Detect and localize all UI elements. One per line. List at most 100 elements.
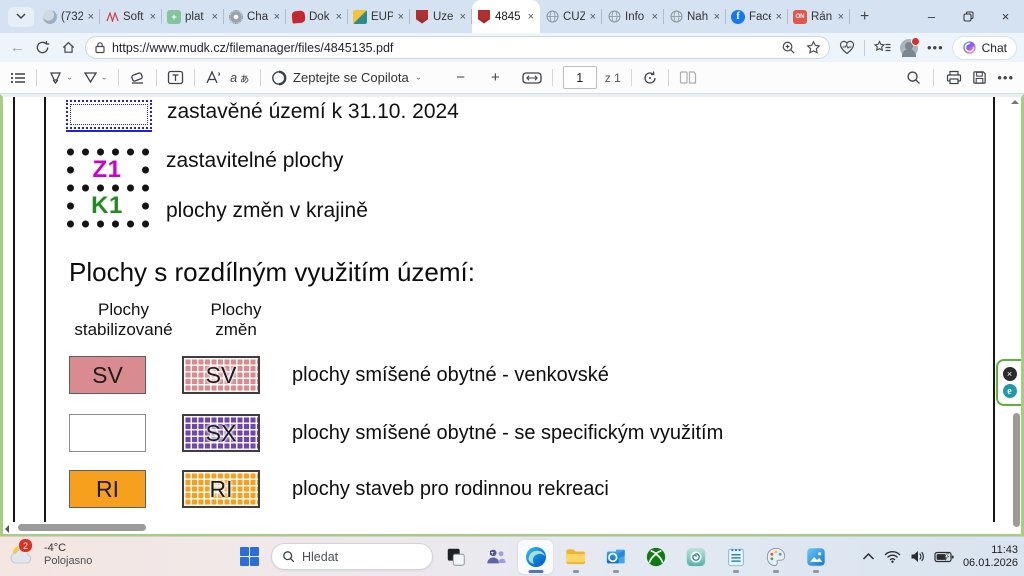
tab-title: ČÚZ xyxy=(563,11,585,23)
scroll-up-arrow-icon[interactable] xyxy=(1011,100,1019,104)
restore-button[interactable] xyxy=(950,0,987,33)
tab-close-icon[interactable]: × xyxy=(87,11,95,23)
paint-icon[interactable] xyxy=(758,540,793,574)
tab-close-icon[interactable]: × xyxy=(335,11,343,23)
edge-icon[interactable] xyxy=(518,540,553,574)
date: 06.01.2026 xyxy=(963,557,1018,570)
tab-close-icon[interactable]: × xyxy=(459,11,467,23)
tab-search-button[interactable] xyxy=(8,7,34,27)
search-document-button[interactable] xyxy=(906,70,921,85)
browser-actions: ••• Chat xyxy=(839,37,1016,59)
wifi-icon[interactable] xyxy=(884,550,901,563)
eraser-button[interactable] xyxy=(129,70,146,85)
tab-close-icon[interactable]: × xyxy=(837,11,845,23)
print-button[interactable] xyxy=(946,70,962,85)
chat-label: Chat xyxy=(982,41,1007,55)
home-button[interactable] xyxy=(59,38,78,58)
outlook-icon[interactable] xyxy=(598,540,633,574)
toc-button[interactable] xyxy=(10,71,26,85)
tab-close-icon[interactable]: × xyxy=(397,11,405,23)
flyout-close-icon[interactable]: × xyxy=(1003,367,1017,381)
tab-facebook[interactable]: f Face × xyxy=(726,0,788,33)
zoom-page-icon[interactable] xyxy=(781,40,796,55)
browser-essentials-icon[interactable] xyxy=(839,40,855,55)
page-frame-line-right xyxy=(993,97,995,522)
tab-close-icon[interactable]: × xyxy=(775,11,783,23)
running-indicator xyxy=(573,570,579,573)
draw-pen-button[interactable]: ⌄ xyxy=(82,70,109,85)
copilot-chat-button[interactable]: Chat xyxy=(953,37,1016,59)
zoom-in-button[interactable]: + xyxy=(491,69,500,86)
translate-button[interactable]: aぁ xyxy=(230,70,250,86)
add-text-button[interactable] xyxy=(167,70,184,85)
tab-uze[interactable]: Úze × xyxy=(410,0,472,33)
fit-width-button[interactable] xyxy=(522,71,542,85)
weather-alert-badge: 2 xyxy=(18,538,33,553)
tab-cuz[interactable]: ČÚZ × xyxy=(540,0,602,33)
refresh-button[interactable] xyxy=(34,38,53,58)
clock[interactable]: 11:43 06.01.2026 xyxy=(963,544,1018,570)
tab-close-icon[interactable]: × xyxy=(651,11,659,23)
new-tab-button[interactable]: + xyxy=(850,8,879,26)
volume-icon[interactable] xyxy=(910,550,925,563)
tray-expand-icon[interactable] xyxy=(862,552,875,561)
tab-dok[interactable]: Dok × xyxy=(286,0,348,33)
flyout-e-icon[interactable]: e xyxy=(1003,384,1017,398)
read-aloud-button[interactable] xyxy=(205,70,222,85)
horizontal-scrollbar[interactable] xyxy=(5,523,1007,533)
page-view-button[interactable] xyxy=(679,70,697,85)
tab-close-icon[interactable]: × xyxy=(149,11,157,23)
tab-soft[interactable]: Soft × xyxy=(100,0,162,33)
chevron-down-icon[interactable]: ⌄ xyxy=(415,73,423,82)
minimize-button[interactable]: – xyxy=(913,0,950,33)
tab-active-pdf[interactable]: 4845 × xyxy=(472,0,540,33)
vertical-scroll-thumb[interactable] xyxy=(1013,413,1020,527)
more-options-icon[interactable]: ••• xyxy=(997,70,1014,85)
ask-copilot-button[interactable]: Zeptejte se Copilota ⌄ xyxy=(271,70,422,86)
page-number-input[interactable]: 1 xyxy=(563,66,597,89)
tab-plat[interactable]: + plat × xyxy=(162,0,224,33)
chevron-down-icon[interactable]: ⌄ xyxy=(66,73,74,82)
zoom-out-button[interactable]: − xyxy=(456,69,465,86)
search-icon xyxy=(282,550,295,563)
tab-ran[interactable]: ON Rán × xyxy=(788,0,850,33)
tab-title: (732 xyxy=(61,11,83,23)
tab-close-icon[interactable]: × xyxy=(211,11,219,23)
temperature: -4°C xyxy=(44,542,92,555)
tab-eup[interactable]: EÚP × xyxy=(348,0,410,33)
start-button[interactable] xyxy=(232,540,266,574)
scroll-left-arrow-icon[interactable] xyxy=(5,525,9,533)
rotate-button[interactable] xyxy=(642,70,658,85)
tab-close-icon[interactable]: × xyxy=(273,11,281,23)
tab-nah[interactable]: Nah × xyxy=(664,0,726,33)
settings-menu-icon[interactable]: ••• xyxy=(927,40,944,55)
taskbar-search-input[interactable]: Hledat xyxy=(271,543,433,570)
save-button[interactable] xyxy=(972,70,987,85)
favorites-bar-icon[interactable] xyxy=(874,40,891,55)
back-button[interactable]: ← xyxy=(8,38,27,58)
tab-close-icon[interactable]: × xyxy=(713,11,721,23)
chevron-down-icon[interactable]: ⌄ xyxy=(101,73,109,82)
horizontal-scroll-thumb[interactable] xyxy=(18,524,146,531)
tab-cha[interactable]: Cha × xyxy=(224,0,286,33)
weather-widget[interactable]: 2 -4°C Polojasno xyxy=(8,541,92,569)
battery-icon[interactable] xyxy=(934,551,954,563)
tab-info[interactable]: Info × xyxy=(602,0,664,33)
teal-app-icon[interactable] xyxy=(678,540,713,574)
highlighter-button[interactable]: ⌄ xyxy=(47,70,74,85)
tab-dove[interactable]: (732 × xyxy=(38,0,100,33)
tab-close-icon[interactable]: × xyxy=(589,11,597,23)
favorite-star-icon[interactable] xyxy=(806,40,821,55)
url-field[interactable]: https://www.mudk.cz/filemanager/files/48… xyxy=(85,36,830,59)
red-mark-favicon-icon xyxy=(291,10,305,23)
xbox-icon[interactable] xyxy=(638,540,673,574)
teams-icon[interactable] xyxy=(478,540,513,574)
photos-icon[interactable] xyxy=(798,540,833,574)
task-view-button[interactable] xyxy=(438,540,473,574)
close-window-button[interactable]: × xyxy=(987,0,1024,33)
tab-close-icon[interactable]: × xyxy=(527,11,535,23)
notepad-icon[interactable] xyxy=(718,540,753,574)
profile-avatar[interactable] xyxy=(900,39,918,57)
swatch-ri-solid: RI xyxy=(69,470,146,508)
file-explorer-icon[interactable] xyxy=(558,540,593,574)
